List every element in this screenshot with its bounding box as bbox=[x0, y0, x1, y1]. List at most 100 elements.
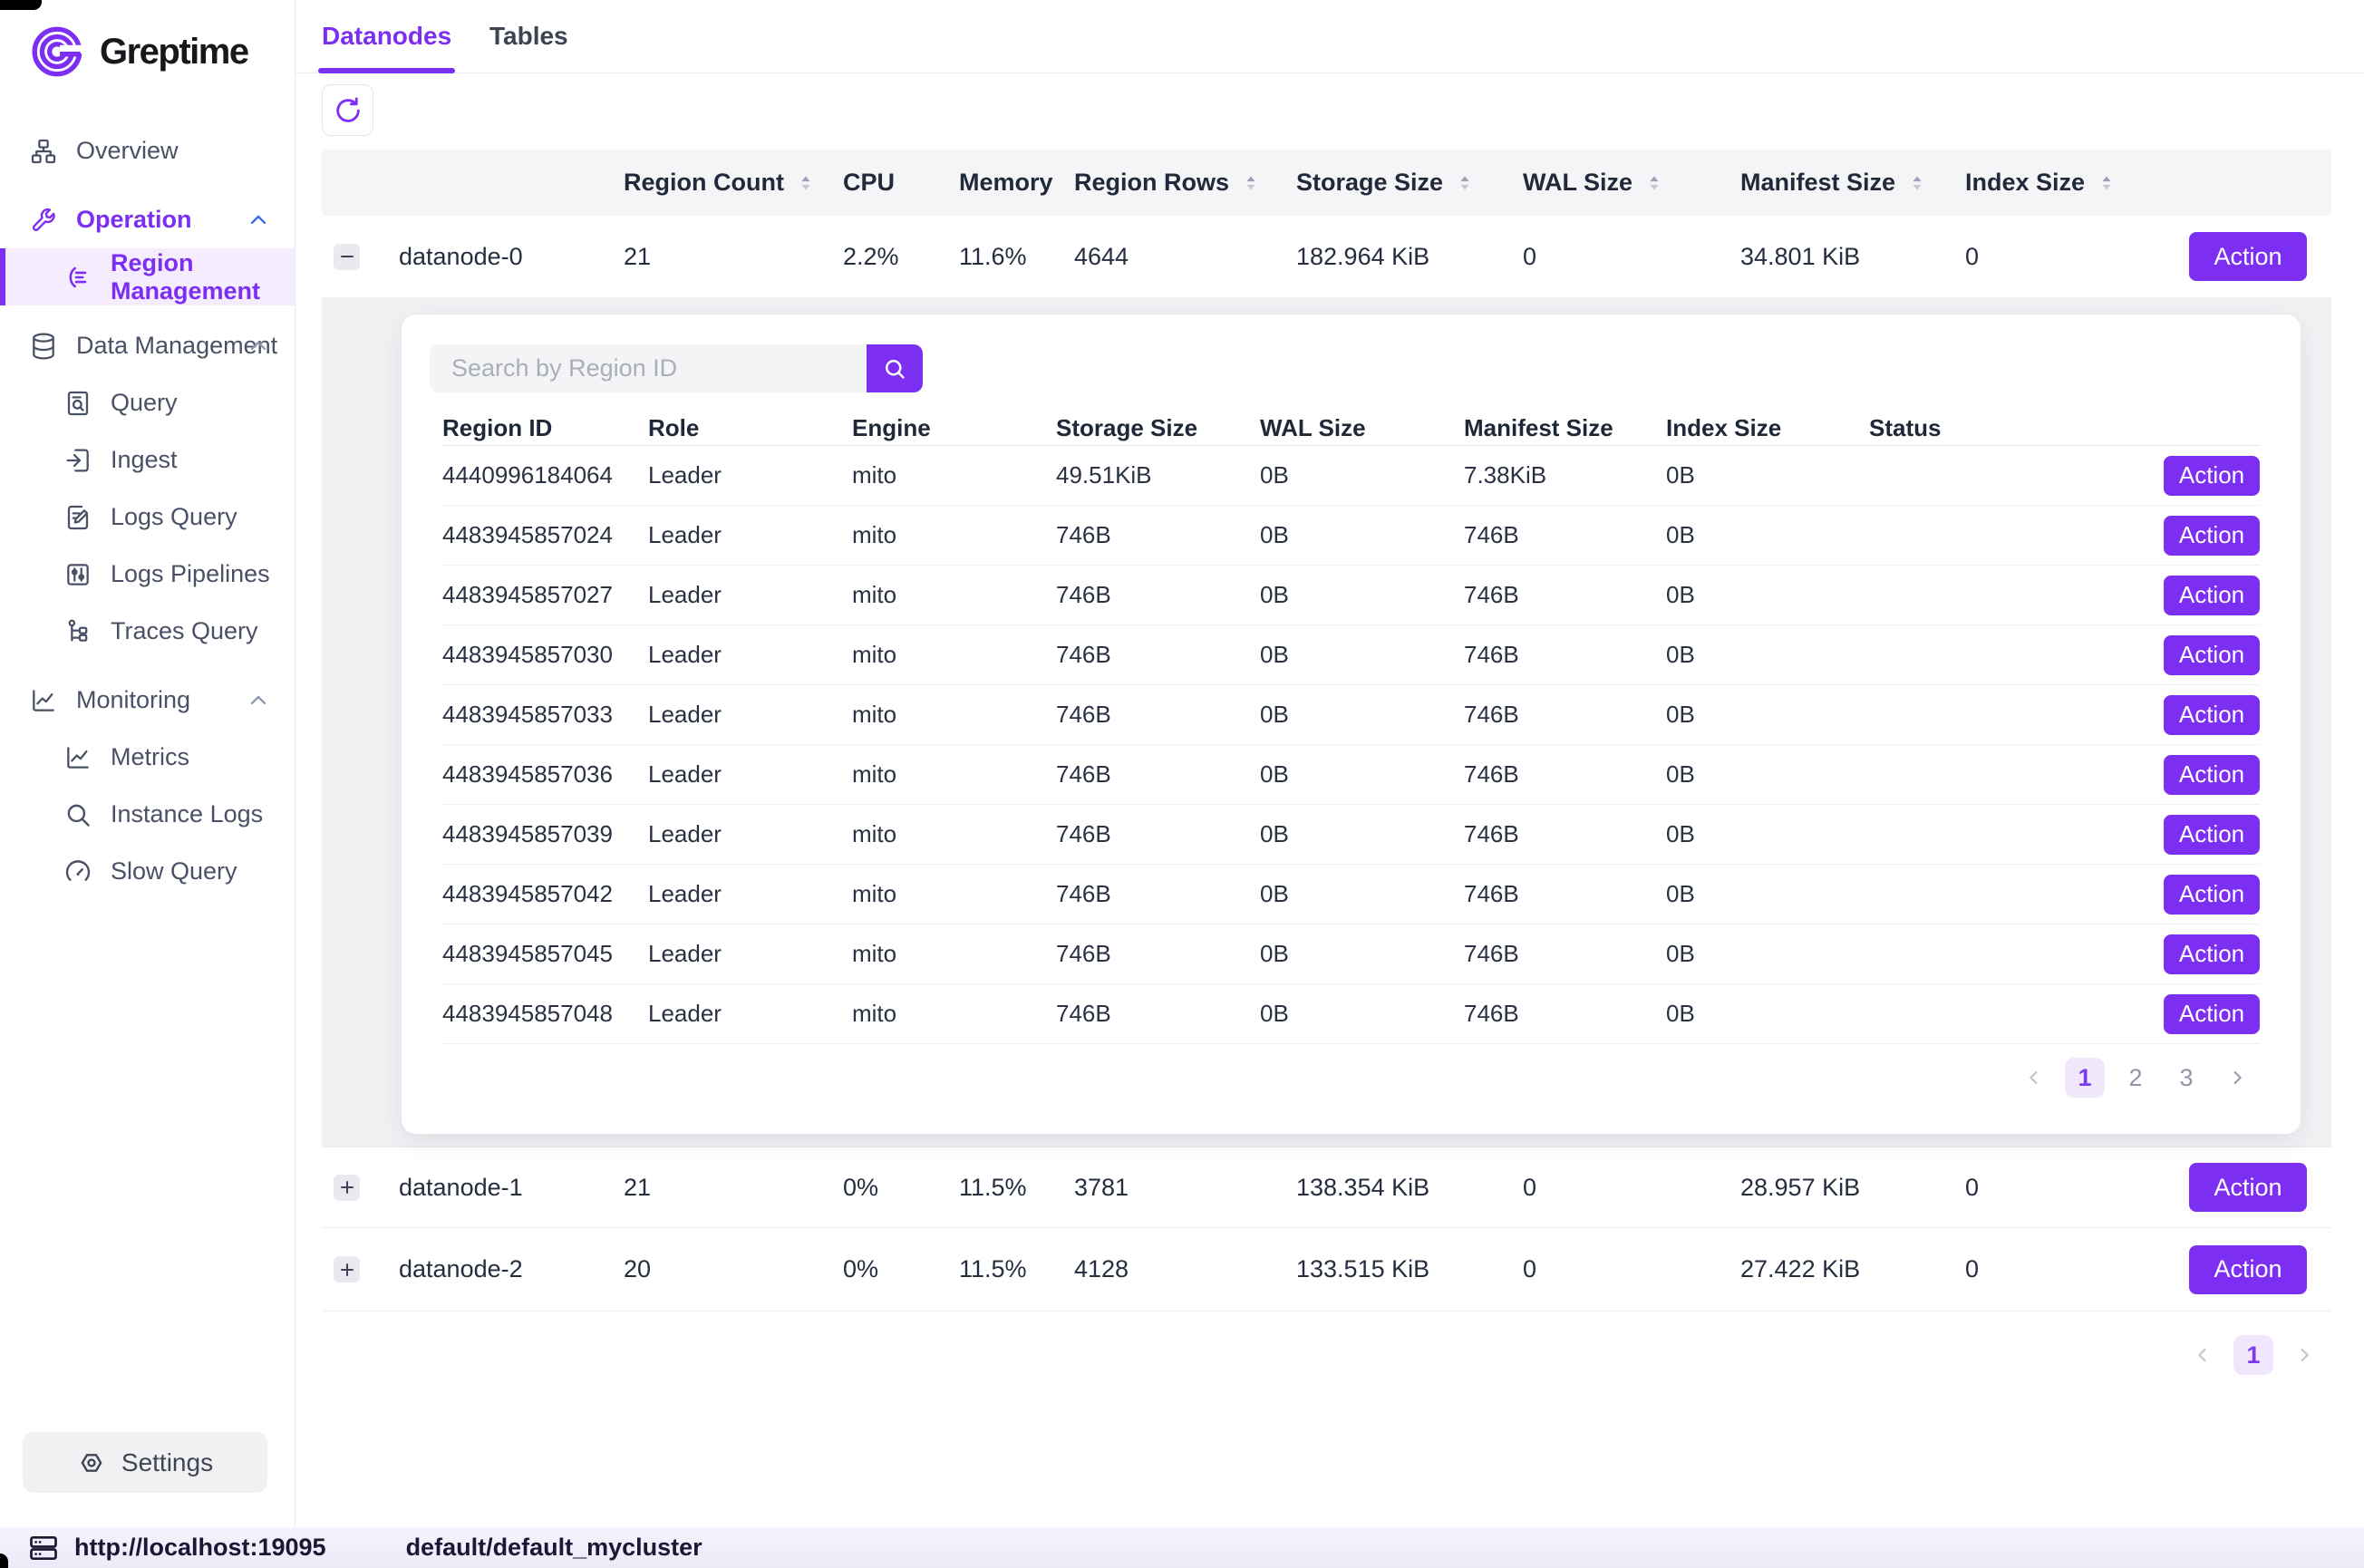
region-action-button[interactable]: Action bbox=[2164, 994, 2260, 1034]
sidebar-item-ingest[interactable]: Ingest bbox=[0, 431, 295, 489]
sidebar-item-data-management[interactable]: Data Management bbox=[0, 317, 295, 374]
sort-icon[interactable] bbox=[1906, 172, 1928, 194]
sidebar-item-slow-query[interactable]: Slow Query bbox=[0, 843, 295, 900]
action-button[interactable]: Action bbox=[2189, 1163, 2307, 1212]
region-search bbox=[430, 344, 923, 392]
datanodes-table-header: Region Count CPU Memory Region Rows Stor… bbox=[322, 150, 2331, 216]
region-table-row: 4483945857039 Leader mito 746B 0B 746B 0… bbox=[442, 805, 2260, 865]
sidebar-item-operation[interactable]: Operation bbox=[0, 191, 295, 248]
chevron-up-icon[interactable] bbox=[246, 688, 271, 713]
tab-tables[interactable]: Tables bbox=[489, 0, 568, 73]
sidebar-item-logs-query[interactable]: Logs Query bbox=[0, 489, 295, 546]
cell-wal-size: 0B bbox=[1260, 581, 1464, 609]
sidebar-item-label: Metrics bbox=[111, 743, 189, 771]
prev-page-icon[interactable] bbox=[2014, 1058, 2054, 1098]
next-page-icon[interactable] bbox=[2284, 1335, 2324, 1375]
expand-row-button[interactable] bbox=[334, 1175, 360, 1201]
sidebar-item-label: Monitoring bbox=[76, 686, 190, 714]
region-action-button[interactable]: Action bbox=[2164, 875, 2260, 915]
cell-index-size: 0B bbox=[1666, 1000, 1869, 1028]
region-action-button[interactable]: Action bbox=[2164, 456, 2260, 496]
page-3[interactable]: 3 bbox=[2166, 1058, 2206, 1098]
page-1[interactable]: 1 bbox=[2233, 1335, 2273, 1375]
sidebar-item-label: Query bbox=[111, 389, 178, 417]
action-button[interactable]: Action bbox=[2189, 232, 2307, 281]
region-table-row: 4483945857024 Leader mito 746B 0B 746B 0… bbox=[442, 506, 2260, 566]
region-action-button[interactable]: Action bbox=[2164, 815, 2260, 855]
chevron-up-icon[interactable] bbox=[246, 334, 271, 359]
gauge-icon bbox=[63, 857, 92, 886]
cell-cpu: 2.2% bbox=[843, 243, 959, 271]
refresh-button[interactable] bbox=[322, 84, 373, 136]
cell-role: Leader bbox=[648, 1000, 852, 1028]
cell-index-size: 0B bbox=[1666, 760, 1869, 789]
main-content: Datanodes Tables Region Count bbox=[296, 0, 2364, 1527]
sidebar-item-query[interactable]: Query bbox=[0, 374, 295, 431]
cell-wal-size: 0B bbox=[1260, 1000, 1464, 1028]
cell-engine: mito bbox=[852, 521, 1056, 549]
cell-storage-size: 133.515 KiB bbox=[1296, 1255, 1523, 1283]
region-action-button[interactable]: Action bbox=[2164, 516, 2260, 556]
line-chart-icon bbox=[29, 686, 58, 715]
sidebar-item-region-management[interactable]: Region Management bbox=[0, 248, 295, 305]
region-action-button[interactable]: Action bbox=[2164, 635, 2260, 675]
datanodes-pagination: 1 bbox=[2183, 1335, 2324, 1375]
region-action-button[interactable]: Action bbox=[2164, 934, 2260, 974]
sidebar-item-label: Region Management bbox=[111, 249, 295, 305]
column-storage-size: Storage Size bbox=[1296, 169, 1523, 197]
brand-name: Greptime bbox=[100, 32, 248, 73]
region-action-button[interactable]: Action bbox=[2164, 695, 2260, 735]
cluster-name[interactable]: default/default_mycluster bbox=[406, 1534, 702, 1562]
cell-role: Leader bbox=[648, 880, 852, 908]
page-1[interactable]: 1 bbox=[2065, 1058, 2105, 1098]
cell-engine: mito bbox=[852, 701, 1056, 729]
column-label: CPU bbox=[843, 169, 895, 197]
sort-icon[interactable] bbox=[1454, 172, 1476, 194]
sort-icon[interactable] bbox=[2096, 172, 2117, 194]
tab-datanodes[interactable]: Datanodes bbox=[322, 0, 451, 73]
brand-logo: Greptime bbox=[0, 0, 295, 82]
cell-region-id: 4483945857024 bbox=[442, 521, 648, 549]
action-button[interactable]: Action bbox=[2189, 1245, 2307, 1294]
column-wal-size: WAL Size bbox=[1260, 414, 1464, 442]
server-url[interactable]: http://localhost:19095 bbox=[74, 1534, 326, 1562]
page-2[interactable]: 2 bbox=[2116, 1058, 2156, 1098]
cell-region-id: 4483945857048 bbox=[442, 1000, 648, 1028]
region-search-input[interactable] bbox=[430, 344, 867, 392]
sidebar-item-label: Logs Query bbox=[111, 503, 237, 531]
cell-region-id: 4483945857030 bbox=[442, 641, 648, 669]
sidebar-item-label: Logs Pipelines bbox=[111, 560, 270, 588]
magnifier-icon bbox=[63, 800, 92, 829]
sidebar-item-overview[interactable]: Overview bbox=[0, 122, 295, 179]
cell-role: Leader bbox=[648, 521, 852, 549]
search-button[interactable] bbox=[867, 344, 923, 392]
cell-region-id: 4440996184064 bbox=[442, 461, 648, 489]
table-row-datanode-1: datanode-1 21 0% 11.5% 3781 138.354 KiB … bbox=[322, 1147, 2331, 1228]
cell-wal-size: 0B bbox=[1260, 880, 1464, 908]
region-table-row: 4483945857048 Leader mito 746B 0B 746B 0… bbox=[442, 984, 2260, 1044]
settings-button[interactable]: Settings bbox=[23, 1432, 267, 1493]
region-table: Region ID Role Engine Storage Size WAL S… bbox=[442, 411, 2260, 1044]
region-action-button[interactable]: Action bbox=[2164, 576, 2260, 615]
collapse-row-button[interactable] bbox=[334, 244, 360, 270]
column-label: Index Size bbox=[1965, 169, 2085, 197]
next-page-icon[interactable] bbox=[2217, 1058, 2257, 1098]
tab-bar: Datanodes Tables bbox=[296, 0, 2364, 73]
database-icon bbox=[29, 332, 58, 361]
sort-icon[interactable] bbox=[1643, 172, 1665, 194]
prev-page-icon[interactable] bbox=[2183, 1335, 2223, 1375]
cell-engine: mito bbox=[852, 760, 1056, 789]
sidebar-item-metrics[interactable]: Metrics bbox=[0, 729, 295, 786]
cell-index-size: 0B bbox=[1666, 641, 1869, 669]
sidebar-item-logs-pipelines[interactable]: Logs Pipelines bbox=[0, 546, 295, 603]
cell-engine: mito bbox=[852, 820, 1056, 848]
sidebar-item-instance-logs[interactable]: Instance Logs bbox=[0, 786, 295, 843]
sidebar-item-monitoring[interactable]: Monitoring bbox=[0, 672, 295, 729]
sort-icon[interactable] bbox=[1240, 172, 1262, 194]
sidebar-item-traces-query[interactable]: Traces Query bbox=[0, 603, 295, 660]
settings-label: Settings bbox=[121, 1448, 213, 1477]
region-action-button[interactable]: Action bbox=[2164, 755, 2260, 795]
expand-row-button[interactable] bbox=[334, 1256, 360, 1282]
sort-icon[interactable] bbox=[795, 172, 817, 194]
chevron-up-icon[interactable] bbox=[246, 208, 271, 233]
